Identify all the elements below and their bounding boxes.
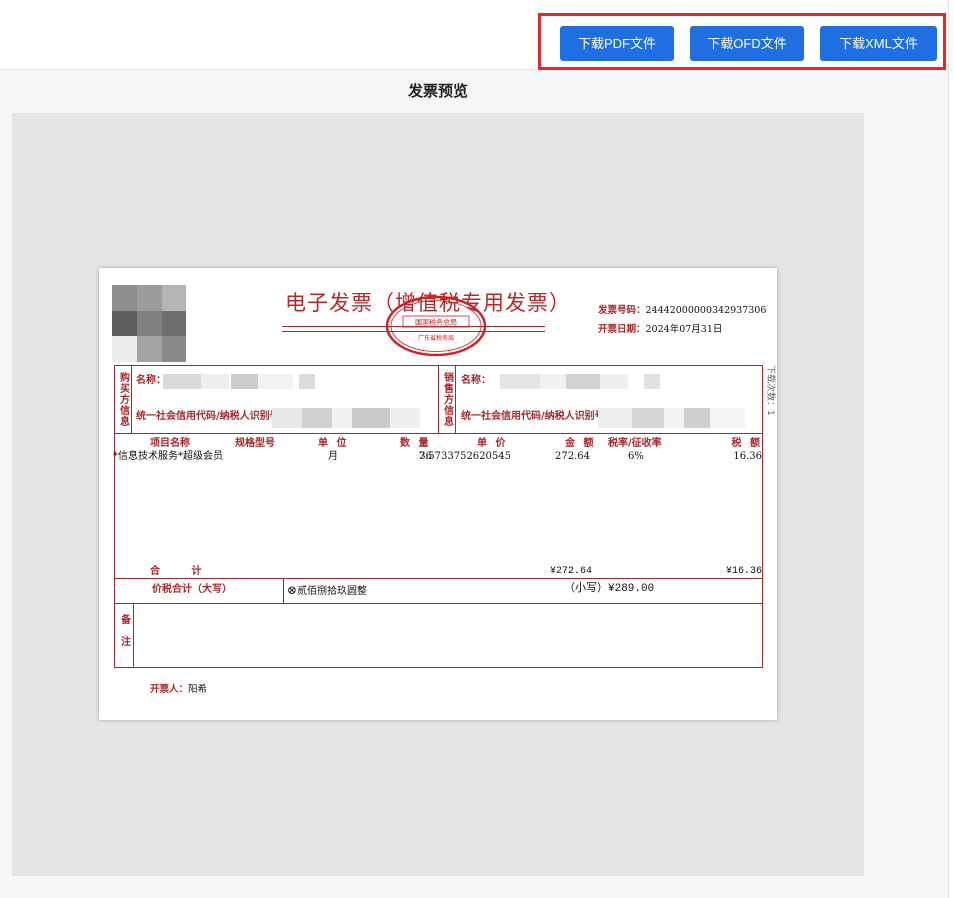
qr-cell xyxy=(137,311,162,336)
total-label: 合 计 xyxy=(150,566,202,577)
divider xyxy=(115,603,762,604)
qr-cell xyxy=(162,311,186,336)
qr-cell xyxy=(162,285,186,311)
buyer-tax-id-redacted xyxy=(272,408,420,428)
invoice-table: 购买方信息 名称： 统一社会信用代码/纳税人识别号： 销售方信息 名称： 统一社… xyxy=(113,365,763,668)
item-name: *信息技术服务*超级会员 xyxy=(113,451,223,462)
divider xyxy=(115,433,762,434)
invoice-number: 发票号码：24442000000342937306 xyxy=(598,305,766,317)
col-header-quantity: 数 量 xyxy=(400,438,429,449)
issuer-name: 阳希 xyxy=(188,684,208,695)
grand-total-words: ⊗贰佰捌拾玖圆整 xyxy=(287,584,367,598)
grand-total-words-text: 贰佰捌拾玖圆整 xyxy=(297,586,368,597)
qr-cell xyxy=(137,336,162,362)
invoice-date-label: 开票日期： xyxy=(598,324,646,335)
issuer-label: 开票人： xyxy=(150,684,189,695)
scrollbar-track[interactable] xyxy=(948,0,954,898)
invoice-document: 电子发票（增值税专用发票） 国家税务总局 广东省税务局 发票号码：2444200… xyxy=(99,268,777,720)
seller-name-label: 名称： xyxy=(461,375,491,386)
item-price: 7.5733752620545 xyxy=(418,451,511,462)
remarks-label: 备注 xyxy=(118,614,130,658)
buyer-name-redacted xyxy=(163,374,315,389)
invoice-date-value: 2024年07月31日 xyxy=(645,324,723,335)
col-header-spec: 规格型号 xyxy=(235,438,275,449)
divider xyxy=(283,578,284,603)
col-header-unit: 单 位 xyxy=(318,438,347,449)
buyer-tax-id-label: 统一社会信用代码/纳税人识别号： xyxy=(136,411,290,422)
item-unit: 月 xyxy=(328,451,338,462)
seal-text-line1: 国家税务总局 xyxy=(415,318,457,327)
qr-cell xyxy=(162,336,186,362)
col-header-price: 单 价 xyxy=(477,438,506,449)
qr-cell xyxy=(112,336,137,362)
grand-total-label: 价税合计（大写） xyxy=(152,584,232,595)
download-count: 下载次数：1 xyxy=(765,365,775,416)
issuer: 开票人：阳希 xyxy=(150,684,207,696)
seal-text-line2: 广东省税务局 xyxy=(418,334,454,342)
qr-cell xyxy=(112,311,137,336)
divider xyxy=(455,366,456,433)
col-header-rate: 税率/征收率 xyxy=(608,438,662,449)
qr-cell xyxy=(112,285,137,311)
highlight-box xyxy=(538,13,946,70)
item-amount: 272.64 xyxy=(555,451,590,462)
buyer-name-label: 名称： xyxy=(136,375,166,386)
tax-seal: 国家税务总局 广东省税务局 xyxy=(385,295,487,357)
seller-tax-id-label: 统一社会信用代码/纳税人识别号： xyxy=(461,411,615,422)
qr-cell xyxy=(137,285,162,311)
qr-code-redacted xyxy=(112,285,186,362)
item-tax: 16.36 xyxy=(733,451,762,462)
invoice-date: 开票日期：2024年07月31日 xyxy=(598,324,722,336)
divider xyxy=(133,603,134,667)
circle-x-icon: ⊗ xyxy=(287,583,298,597)
col-header-tax: 税 额 xyxy=(731,438,760,449)
divider xyxy=(115,578,762,579)
col-header-amount: 金 额 xyxy=(565,438,594,449)
total-tax: ¥16.36 xyxy=(725,566,762,577)
col-header-name: 项目名称 xyxy=(150,438,190,449)
invoice-number-label: 发票号码： xyxy=(598,305,646,316)
total-amount: ¥272.64 xyxy=(549,566,592,577)
grand-total-figure: （小写）¥289.00 xyxy=(564,583,655,595)
buyer-section-label: 购买方信息 xyxy=(117,372,129,427)
invoice-number-value: 24442000000342937306 xyxy=(645,305,767,316)
preview-title: 发票预览 xyxy=(407,83,468,100)
seller-section-label: 销售方信息 xyxy=(441,372,453,427)
item-rate: 6% xyxy=(628,451,644,462)
seller-tax-id-redacted xyxy=(598,408,745,428)
divider xyxy=(131,366,132,433)
seller-name-redacted xyxy=(500,374,660,389)
